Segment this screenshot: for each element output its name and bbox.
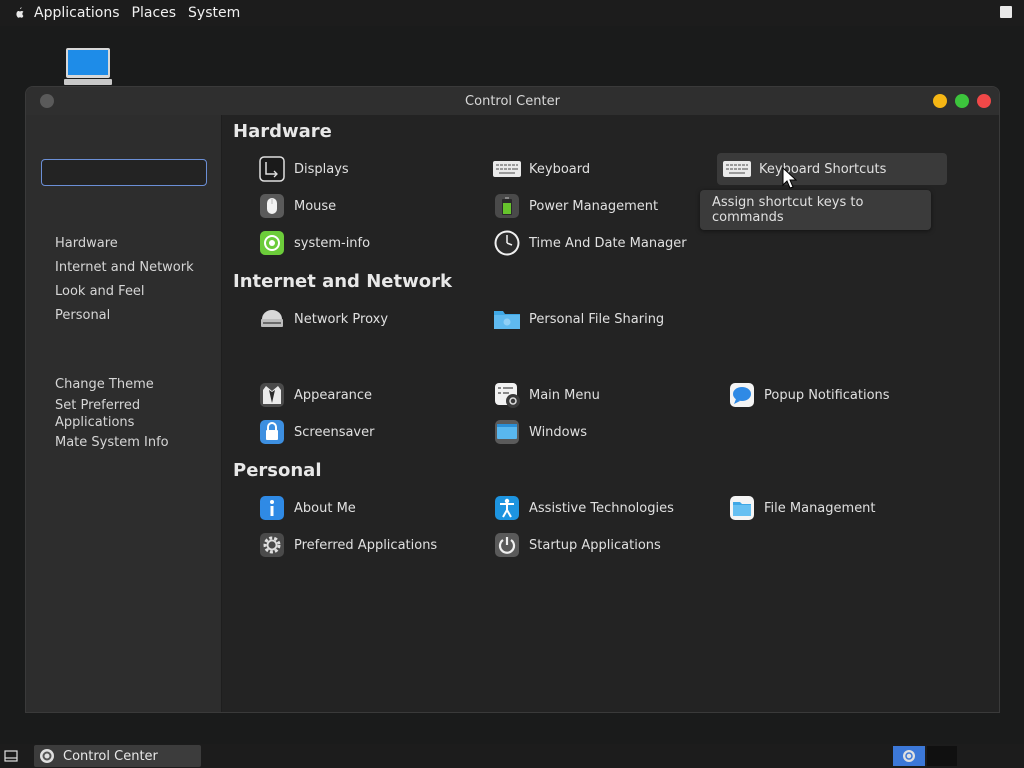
control-center-icon (40, 749, 54, 763)
taskbar-label: Control Center (63, 748, 158, 764)
item-startup-applications[interactable]: Startup Applications (487, 529, 707, 561)
section-title-internet-and-network: Internet and Network (233, 271, 452, 292)
item-windows[interactable]: Windows (487, 416, 687, 448)
item-label: Appearance (294, 387, 373, 403)
sidebar-item-personal[interactable]: Personal (55, 307, 205, 324)
accessibility-icon (495, 496, 519, 520)
info-icon (260, 496, 284, 520)
item-main-menu[interactable]: Main Menu (487, 379, 687, 411)
item-popup-notifications[interactable]: Popup Notifications (722, 379, 942, 411)
power-icon (495, 533, 519, 557)
folder-share-icon (494, 311, 520, 329)
search-box[interactable] (41, 159, 227, 186)
item-mouse[interactable]: Mouse (252, 190, 452, 222)
item-label: File Management (764, 500, 876, 516)
taskbar-control-center-button[interactable]: Control Center (34, 745, 201, 767)
section-title-personal: Personal (233, 460, 322, 481)
top-panel: Applications Places System (0, 0, 1024, 26)
clock-icon (494, 230, 520, 256)
places-menu[interactable]: Places (126, 0, 183, 26)
minimize-button[interactable] (933, 94, 947, 108)
window-title: Control Center (465, 93, 560, 109)
item-label: Assistive Technologies (529, 500, 674, 516)
mouse-cursor-icon (782, 167, 798, 189)
task-set-preferred-applications[interactable]: Set Preferred Applications (55, 397, 175, 431)
item-label: Keyboard (529, 161, 591, 177)
item-label: Power Management (529, 198, 659, 214)
task-change-theme[interactable]: Change Theme (55, 376, 205, 393)
item-assistive-technologies[interactable]: Assistive Technologies (487, 492, 707, 524)
battery-icon (495, 194, 519, 218)
applications-menu[interactable]: Applications (28, 0, 126, 26)
item-file-management[interactable]: File Management (722, 492, 942, 524)
control-center-window: Control Center Hardware Internet and Net… (25, 86, 1000, 713)
item-label: system-info (294, 235, 371, 251)
screensaver-icon (260, 420, 284, 444)
workspace-1[interactable] (893, 746, 925, 766)
sidebar: Hardware Internet and Network Look and F… (26, 115, 227, 712)
item-label: Keyboard Shortcuts (759, 161, 887, 177)
item-label: Main Menu (529, 387, 600, 403)
sidebar-item-internet-and-network[interactable]: Internet and Network (55, 259, 205, 276)
item-personal-file-sharing[interactable]: Personal File Sharing (487, 303, 707, 335)
item-label: Time And Date Manager (529, 235, 687, 251)
tooltip: Assign shortcut keys to commands (700, 190, 931, 230)
item-label: Screensaver (294, 424, 375, 440)
keyboard-shortcuts-icon (723, 161, 751, 177)
item-power-management[interactable]: Power Management (487, 190, 687, 222)
window-menu-button[interactable] (40, 94, 54, 108)
sidebar-item-hardware[interactable]: Hardware (55, 235, 205, 252)
keyboard-icon (493, 161, 521, 177)
item-label: Startup Applications (529, 537, 661, 553)
windows-icon (495, 420, 519, 444)
item-label: Popup Notifications (764, 387, 890, 403)
item-about-me[interactable]: About Me (252, 492, 452, 524)
item-preferred-applications[interactable]: Preferred Applications (252, 529, 472, 561)
appearance-icon (260, 383, 284, 407)
item-label: Preferred Applications (294, 537, 438, 553)
item-screensaver[interactable]: Screensaver (252, 416, 452, 448)
window-titlebar[interactable]: Control Center (26, 87, 999, 115)
gear-icon (260, 533, 284, 557)
show-desktop-icon[interactable] (1000, 6, 1012, 18)
bottom-panel: Control Center (0, 744, 1024, 768)
item-time-and-date-manager[interactable]: Time And Date Manager (487, 227, 707, 259)
item-label: About Me (294, 500, 356, 516)
item-label: Personal File Sharing (529, 311, 665, 327)
item-appearance[interactable]: Appearance (252, 379, 452, 411)
close-button[interactable] (977, 94, 991, 108)
network-proxy-icon (261, 310, 283, 327)
task-mate-system-info[interactable]: Mate System Info (55, 434, 205, 451)
item-keyboard-shortcuts[interactable]: Keyboard Shortcuts (717, 153, 947, 185)
maximize-button[interactable] (955, 94, 969, 108)
item-network-proxy[interactable]: Network Proxy (252, 303, 452, 335)
show-desktop-icon[interactable] (4, 750, 18, 762)
workspace-window-icon (903, 750, 915, 762)
item-label: Displays (294, 161, 349, 177)
item-label: Windows (529, 424, 588, 440)
sidebar-item-look-and-feel[interactable]: Look and Feel (55, 283, 205, 300)
item-label: Mouse (294, 198, 337, 214)
search-input[interactable] (51, 160, 227, 185)
item-system-info[interactable]: system-info (252, 227, 452, 259)
apple-logo-icon[interactable] (12, 6, 26, 20)
mouse-icon (260, 194, 284, 218)
item-label: Network Proxy (294, 311, 389, 327)
system-menu[interactable]: System (182, 0, 246, 26)
notifications-icon (730, 383, 754, 407)
system-info-icon (260, 231, 284, 255)
item-keyboard[interactable]: Keyboard (487, 153, 687, 185)
file-management-icon (730, 496, 754, 520)
section-title-hardware: Hardware (233, 121, 332, 142)
item-displays[interactable]: Displays (252, 153, 452, 185)
main-menu-icon (495, 383, 520, 408)
computer-icon[interactable] (64, 48, 112, 88)
workspace-2[interactable] (927, 746, 957, 766)
display-icon (259, 156, 285, 182)
